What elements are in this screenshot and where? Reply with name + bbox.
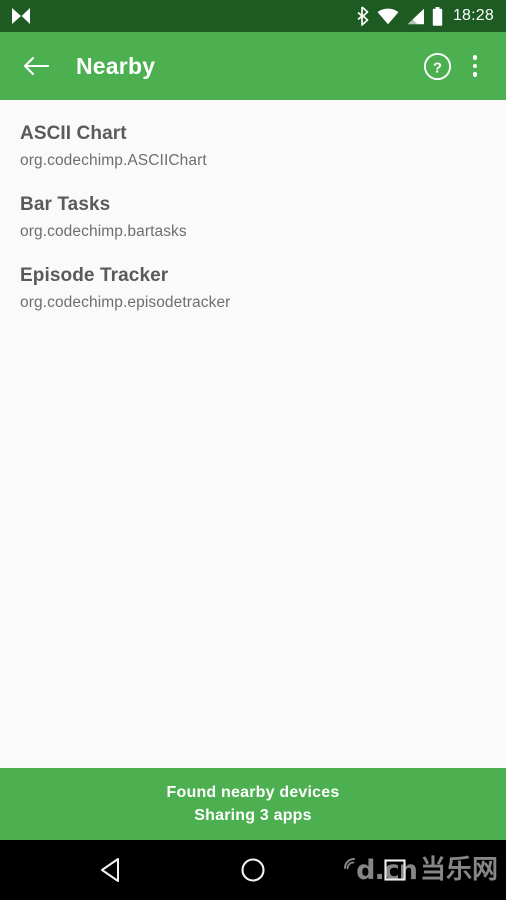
bluetooth-icon — [357, 6, 369, 26]
svg-text:?: ? — [432, 59, 441, 76]
phone-screen: 18:28 Nearby ? ASCII Chart org.codechimp… — [0, 0, 506, 900]
app-name: ASCII Chart — [20, 123, 127, 144]
back-arrow-icon — [23, 56, 49, 76]
app-name: Episode Tracker — [20, 264, 169, 286]
status-bar: 18:28 — [0, 0, 506, 32]
nav-home-button[interactable] — [213, 840, 293, 900]
banner-line-primary: Found nearby devices — [166, 783, 340, 801]
nav-back-triangle-icon — [101, 858, 119, 882]
battery-icon — [432, 6, 443, 26]
app-package: org.codechimp.episodetracker — [20, 293, 231, 311]
status-bar-notifications — [10, 7, 32, 25]
back-button[interactable] — [18, 48, 54, 84]
list-item[interactable]: ASCII Chart org.codechimp.ASCIIChart — [0, 112, 506, 183]
bowtie-notification-icon — [12, 8, 30, 24]
status-bar-clock: 18:28 — [452, 7, 494, 24]
help-button[interactable]: ? — [416, 45, 458, 87]
banner-line-secondary: Sharing 3 apps — [194, 806, 312, 824]
app-package: org.codechimp.ASCIIChart — [20, 151, 207, 169]
app-package: org.codechimp.bartasks — [20, 222, 187, 240]
app-bar: Nearby ? — [0, 32, 506, 100]
nearby-apps-list: ASCII Chart org.codechimp.ASCIIChart Bar… — [0, 100, 506, 768]
nav-recents-square-icon — [384, 859, 406, 881]
overflow-menu-button[interactable] — [458, 45, 492, 87]
nav-back-button[interactable] — [72, 840, 152, 900]
overflow-dot-1 — [472, 55, 478, 60]
list-item[interactable]: Episode Tracker org.codechimp.episodetra… — [0, 254, 506, 325]
wifi-icon — [377, 8, 399, 24]
page-title: Nearby — [76, 52, 156, 79]
status-bar-system-icons: 18:28 — [357, 6, 494, 26]
list-item[interactable]: Bar Tasks org.codechimp.bartasks — [0, 183, 506, 254]
app-name: Bar Tasks — [20, 193, 111, 215]
help-circle-icon: ? — [423, 52, 451, 80]
nav-home-circle-icon — [241, 858, 265, 882]
overflow-dot-2 — [472, 63, 478, 69]
nav-recents-button[interactable] — [355, 840, 435, 900]
cellular-signal-icon — [407, 8, 424, 24]
navigation-bar: d.cn 当乐网 — [0, 840, 506, 900]
status-banner: Found nearby devices Sharing 3 apps — [0, 768, 506, 840]
overflow-dot-3 — [472, 72, 478, 77]
